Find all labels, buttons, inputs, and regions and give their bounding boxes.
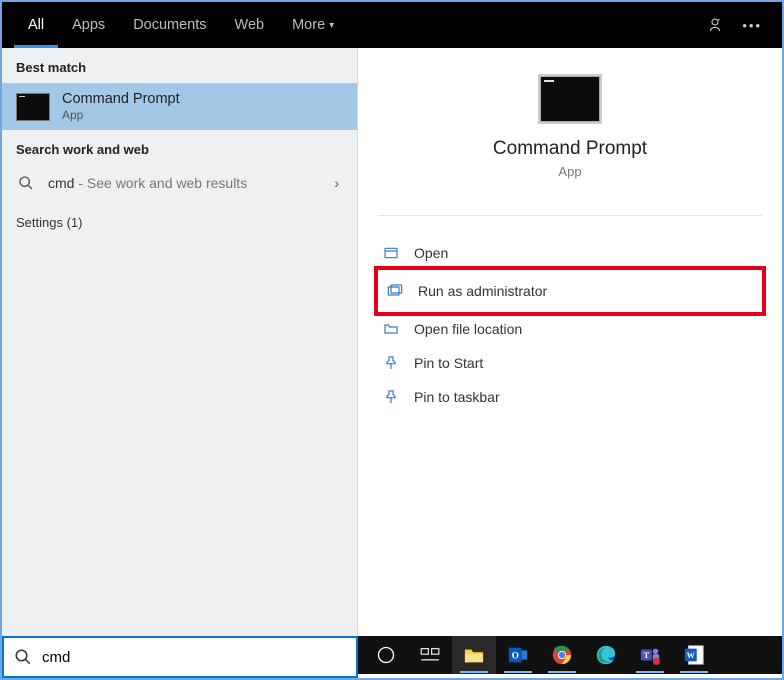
action-label: Open file location (414, 321, 522, 337)
more-options-icon[interactable]: ••• (742, 18, 762, 33)
search-input[interactable] (42, 649, 346, 666)
svg-text:O: O (512, 651, 519, 661)
search-icon (14, 648, 32, 666)
taskbar-chrome[interactable] (540, 636, 584, 674)
best-match-label: Best match (2, 48, 357, 83)
taskbar-task-view[interactable] (408, 636, 452, 674)
taskbar-file-explorer[interactable] (452, 636, 496, 674)
command-prompt-icon (538, 74, 602, 124)
action-label: Pin to taskbar (414, 389, 500, 405)
taskbar-cortana[interactable] (364, 636, 408, 674)
search-work-web-label: Search work and web (2, 130, 357, 165)
shield-icon (386, 282, 404, 300)
action-label: Open (414, 245, 448, 261)
folder-icon (382, 320, 400, 338)
action-run-as-administrator[interactable]: Run as administrator (382, 274, 758, 308)
result-subtitle: App (62, 108, 343, 122)
results-pane: Best match Command Prompt App Search wor… (2, 48, 358, 636)
detail-title: Command Prompt (493, 138, 647, 160)
search-box[interactable] (2, 636, 358, 678)
tab-web[interactable]: Web (221, 2, 279, 48)
settings-result[interactable]: Settings (1) (2, 201, 357, 244)
web-search-row[interactable]: cmd - See work and web results › (2, 165, 357, 201)
action-open-file-location[interactable]: Open file location (378, 312, 762, 346)
action-label: Run as administrator (418, 283, 547, 299)
taskbar: O T W (358, 636, 782, 674)
svg-text:T: T (644, 651, 650, 660)
taskbar-edge[interactable] (584, 636, 628, 674)
taskbar-outlook[interactable]: O (496, 636, 540, 674)
taskbar-teams[interactable]: T (628, 636, 672, 674)
tab-apps[interactable]: Apps (58, 2, 119, 48)
action-open[interactable]: Open (378, 236, 762, 270)
divider (378, 215, 762, 216)
web-query: cmd (48, 175, 74, 191)
result-title: Command Prompt (62, 91, 343, 107)
pin-icon (382, 354, 400, 372)
caret-down-icon: ▾ (329, 20, 334, 31)
svg-text:W: W (687, 651, 696, 660)
pin-icon (382, 388, 400, 406)
detail-pane: Command Prompt App Open Run as admi (358, 48, 782, 636)
feedback-icon[interactable] (706, 16, 724, 34)
tab-all[interactable]: All (14, 2, 58, 48)
chevron-right-icon: › (334, 175, 343, 191)
action-pin-to-start[interactable]: Pin to Start (378, 346, 762, 380)
tab-more[interactable]: More▾ (278, 2, 348, 48)
web-hint: - See work and web results (74, 175, 247, 191)
annotation-highlight: Run as administrator (374, 266, 766, 316)
search-icon (16, 175, 36, 191)
search-filter-header: All Apps Documents Web More▾ ••• (2, 2, 782, 48)
tab-documents[interactable]: Documents (119, 2, 220, 48)
action-label: Pin to Start (414, 355, 483, 371)
open-icon (382, 244, 400, 262)
detail-subtitle: App (558, 164, 581, 179)
taskbar-word[interactable]: W (672, 636, 716, 674)
command-prompt-icon (16, 93, 50, 121)
action-pin-to-taskbar[interactable]: Pin to taskbar (378, 380, 762, 414)
result-command-prompt[interactable]: Command Prompt App (2, 83, 357, 130)
